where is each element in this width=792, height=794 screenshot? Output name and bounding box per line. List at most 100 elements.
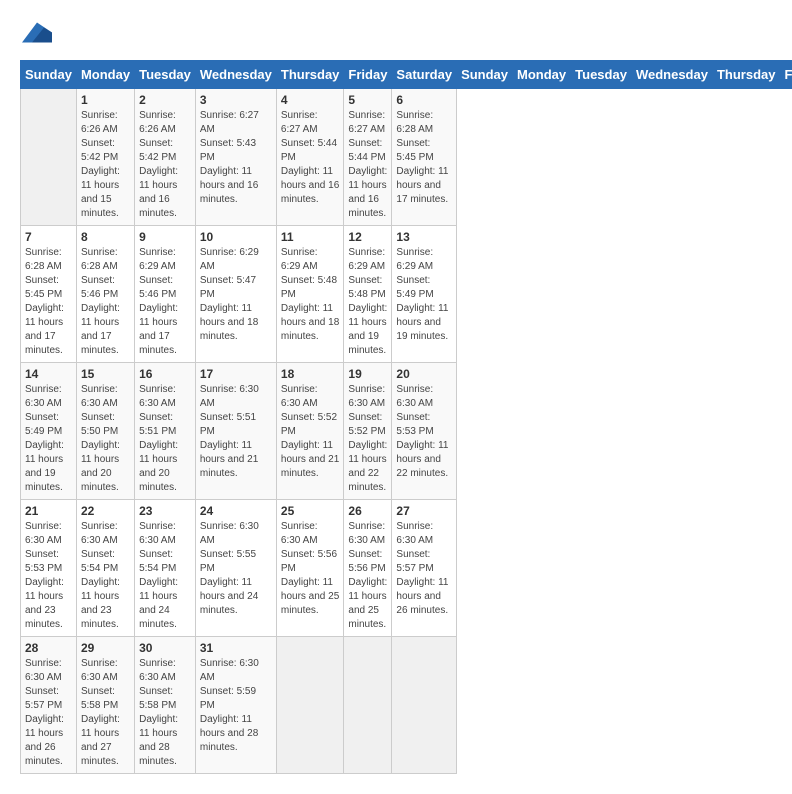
calendar-cell: 30 Sunrise: 6:30 AMSunset: 5:58 PMDayligh… bbox=[135, 637, 196, 774]
calendar-cell: 29 Sunrise: 6:30 AMSunset: 5:58 PMDayligh… bbox=[76, 637, 134, 774]
day-info: Sunrise: 6:28 AMSunset: 5:45 PMDaylight:… bbox=[25, 246, 72, 358]
calendar-header-row: SundayMondayTuesdayWednesdayThursdayFrid… bbox=[21, 61, 792, 89]
day-info: Sunrise: 6:30 AMSunset: 5:56 PMDaylight:… bbox=[348, 520, 387, 632]
calendar-cell: 26 Sunrise: 6:30 AMSunset: 5:56 PMDayligh… bbox=[344, 500, 392, 637]
day-info: Sunrise: 6:30 AMSunset: 5:50 PMDaylight:… bbox=[81, 383, 130, 495]
logo-text bbox=[20, 20, 52, 50]
logo-icon bbox=[22, 20, 52, 50]
calendar-week-row: 21 Sunrise: 6:30 AMSunset: 5:53 PMDayligh… bbox=[21, 500, 792, 637]
day-info: Sunrise: 6:30 AMSunset: 5:51 PMDaylight:… bbox=[200, 383, 272, 481]
calendar-cell: 31Sunrise: 6:30 AMSunset: 5:59 PMDayligh… bbox=[195, 637, 276, 774]
day-info: Sunrise: 6:27 AMSunset: 5:43 PMDaylight:… bbox=[200, 109, 272, 207]
calendar-cell: 11 Sunrise: 6:29 AMSunset: 5:48 PMDayligh… bbox=[276, 226, 344, 363]
calendar-cell: 22Sunrise: 6:30 AMSunset: 5:54 PMDayligh… bbox=[76, 500, 134, 637]
day-info: Sunrise: 6:30 AMSunset: 5:57 PMDaylight:… bbox=[396, 520, 452, 618]
day-number: 8 bbox=[81, 230, 130, 244]
day-info: Sunrise: 6:26 AMSunset: 5:42 PMDaylight:… bbox=[139, 109, 191, 221]
calendar-cell: 7 Sunrise: 6:28 AMSunset: 5:45 PMDaylight… bbox=[21, 226, 77, 363]
col-header-sunday: Sunday bbox=[457, 61, 513, 89]
day-number: 14 bbox=[25, 367, 72, 381]
day-number: 19 bbox=[348, 367, 387, 381]
day-number: 16 bbox=[139, 367, 191, 381]
day-number: 11 bbox=[281, 230, 340, 244]
day-number: 5 bbox=[348, 93, 387, 107]
calendar-cell: 24 Sunrise: 6:30 AMSunset: 5:55 PMDayligh… bbox=[195, 500, 276, 637]
day-number: 28 bbox=[25, 641, 72, 655]
calendar-cell bbox=[392, 637, 457, 774]
day-number: 15 bbox=[81, 367, 130, 381]
calendar-cell bbox=[276, 637, 344, 774]
col-header-tuesday: Tuesday bbox=[571, 61, 632, 89]
day-number: 10 bbox=[200, 230, 272, 244]
calendar-cell: 25Sunrise: 6:30 AMSunset: 5:56 PMDayligh… bbox=[276, 500, 344, 637]
day-number: 21 bbox=[25, 504, 72, 518]
header-saturday: Saturday bbox=[392, 61, 457, 89]
day-number: 23 bbox=[139, 504, 191, 518]
calendar-table: SundayMondayTuesdayWednesdayThursdayFrid… bbox=[20, 60, 792, 774]
calendar-cell: 19 Sunrise: 6:30 AMSunset: 5:52 PMDayligh… bbox=[344, 363, 392, 500]
header-thursday: Thursday bbox=[276, 61, 344, 89]
day-info: Sunrise: 6:30 AMSunset: 5:49 PMDaylight:… bbox=[25, 383, 72, 495]
col-header-wednesday: Wednesday bbox=[631, 61, 712, 89]
day-number: 29 bbox=[81, 641, 130, 655]
day-info: Sunrise: 6:30 AMSunset: 5:53 PMDaylight:… bbox=[25, 520, 72, 632]
calendar-cell: 10 Sunrise: 6:29 AMSunset: 5:47 PMDayligh… bbox=[195, 226, 276, 363]
day-info: Sunrise: 6:29 AMSunset: 5:49 PMDaylight:… bbox=[396, 246, 452, 344]
day-number: 13 bbox=[396, 230, 452, 244]
day-number: 30 bbox=[139, 641, 191, 655]
day-info: Sunrise: 6:30 AMSunset: 5:58 PMDaylight:… bbox=[81, 657, 130, 769]
day-number: 20 bbox=[396, 367, 452, 381]
day-info: Sunrise: 6:30 AMSunset: 5:57 PMDaylight:… bbox=[25, 657, 72, 769]
day-number: 1 bbox=[81, 93, 130, 107]
day-info: Sunrise: 6:29 AMSunset: 5:48 PMDaylight:… bbox=[281, 246, 340, 344]
day-info: Sunrise: 6:27 AMSunset: 5:44 PMDaylight:… bbox=[348, 109, 387, 221]
header-wednesday: Wednesday bbox=[195, 61, 276, 89]
day-number: 18 bbox=[281, 367, 340, 381]
day-info: Sunrise: 6:29 AMSunset: 5:48 PMDaylight:… bbox=[348, 246, 387, 358]
calendar-cell: 18 Sunrise: 6:30 AMSunset: 5:52 PMDayligh… bbox=[276, 363, 344, 500]
day-number: 7 bbox=[25, 230, 72, 244]
calendar-cell: 14 Sunrise: 6:30 AMSunset: 5:49 PMDayligh… bbox=[21, 363, 77, 500]
calendar-week-row: 28 Sunrise: 6:30 AMSunset: 5:57 PMDayligh… bbox=[21, 637, 792, 774]
day-number: 4 bbox=[281, 93, 340, 107]
calendar-cell bbox=[344, 637, 392, 774]
day-number: 27 bbox=[396, 504, 452, 518]
header-sunday: Sunday bbox=[21, 61, 77, 89]
col-header-friday: Friday bbox=[780, 61, 792, 89]
day-number: 12 bbox=[348, 230, 387, 244]
calendar-cell: 16 Sunrise: 6:30 AMSunset: 5:51 PMDayligh… bbox=[135, 363, 196, 500]
day-info: Sunrise: 6:30 AMSunset: 5:52 PMDaylight:… bbox=[281, 383, 340, 481]
calendar-cell: 15 Sunrise: 6:30 AMSunset: 5:50 PMDayligh… bbox=[76, 363, 134, 500]
calendar-cell bbox=[21, 89, 77, 226]
header-friday: Friday bbox=[344, 61, 392, 89]
day-number: 24 bbox=[200, 504, 272, 518]
calendar-cell: 4Sunrise: 6:27 AMSunset: 5:44 PMDaylight… bbox=[276, 89, 344, 226]
calendar-cell: 27 Sunrise: 6:30 AMSunset: 5:57 PMDayligh… bbox=[392, 500, 457, 637]
calendar-cell: 21 Sunrise: 6:30 AMSunset: 5:53 PMDayligh… bbox=[21, 500, 77, 637]
day-info: Sunrise: 6:29 AMSunset: 5:46 PMDaylight:… bbox=[139, 246, 191, 358]
calendar-cell: 17Sunrise: 6:30 AMSunset: 5:51 PMDayligh… bbox=[195, 363, 276, 500]
day-info: Sunrise: 6:30 AMSunset: 5:55 PMDaylight:… bbox=[200, 520, 272, 618]
calendar-cell: 8Sunrise: 6:28 AMSunset: 5:46 PMDaylight… bbox=[76, 226, 134, 363]
day-info: Sunrise: 6:29 AMSunset: 5:47 PMDaylight:… bbox=[200, 246, 272, 344]
calendar-cell: 20 Sunrise: 6:30 AMSunset: 5:53 PMDayligh… bbox=[392, 363, 457, 500]
logo bbox=[20, 20, 52, 50]
day-info: Sunrise: 6:26 AMSunset: 5:42 PMDaylight:… bbox=[81, 109, 130, 221]
day-info: Sunrise: 6:30 AMSunset: 5:51 PMDaylight:… bbox=[139, 383, 191, 495]
calendar-cell: 28 Sunrise: 6:30 AMSunset: 5:57 PMDayligh… bbox=[21, 637, 77, 774]
day-info: Sunrise: 6:28 AMSunset: 5:45 PMDaylight:… bbox=[396, 109, 452, 207]
calendar-week-row: 7 Sunrise: 6:28 AMSunset: 5:45 PMDaylight… bbox=[21, 226, 792, 363]
calendar-week-row: 1 Sunrise: 6:26 AMSunset: 5:42 PMDaylight… bbox=[21, 89, 792, 226]
header-tuesday: Tuesday bbox=[135, 61, 196, 89]
calendar-cell: 5 Sunrise: 6:27 AMSunset: 5:44 PMDaylight… bbox=[344, 89, 392, 226]
day-number: 25 bbox=[281, 504, 340, 518]
calendar-cell: 23Sunrise: 6:30 AMSunset: 5:54 PMDayligh… bbox=[135, 500, 196, 637]
page-header bbox=[20, 20, 772, 50]
day-info: Sunrise: 6:30 AMSunset: 5:52 PMDaylight:… bbox=[348, 383, 387, 495]
day-info: Sunrise: 6:30 AMSunset: 5:58 PMDaylight:… bbox=[139, 657, 191, 769]
calendar-week-row: 14 Sunrise: 6:30 AMSunset: 5:49 PMDayligh… bbox=[21, 363, 792, 500]
day-number: 31 bbox=[200, 641, 272, 655]
day-number: 26 bbox=[348, 504, 387, 518]
calendar-cell: 1 Sunrise: 6:26 AMSunset: 5:42 PMDaylight… bbox=[76, 89, 134, 226]
day-info: Sunrise: 6:30 AMSunset: 5:53 PMDaylight:… bbox=[396, 383, 452, 481]
